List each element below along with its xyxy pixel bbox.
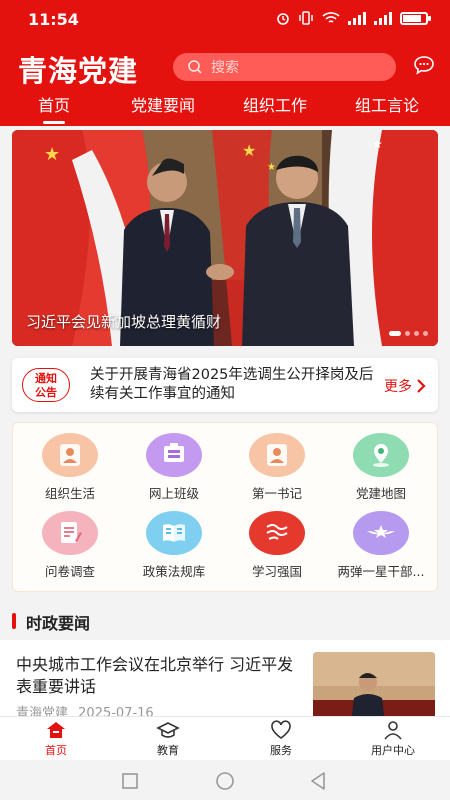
news-thumbnail[interactable] [313,652,435,716]
grid-item-label: 第一书记 [251,486,302,501]
app-header: 青海党建 搜索 首页 党建要闻 组织工作 组工言论 [0,40,450,126]
svg-text:★: ★ [44,144,60,165]
grid-item-organization-life[interactable]: 组织生活 [20,433,120,502]
grid-item-first-secretary[interactable]: 第一书记 [227,433,327,502]
home-icon [47,722,65,738]
survey-icon [42,511,98,555]
nav-user-center[interactable]: 用户中心 [348,720,438,758]
notice-text[interactable]: 关于开展青海省2025年选调生公开择岗及后续有关工作事宜的通知 [90,366,378,404]
recents-button[interactable] [121,772,139,790]
grid-item-label: 组织生活 [44,486,95,501]
service-grid: 组织生活 网上班级 第一书记 党建地图 问卷调查 政策法规库 学习强国 两弹一星… [12,422,438,592]
status-icons [276,11,431,25]
map-pin-icon [353,433,409,477]
news-list-item[interactable]: 中央城市工作会议在北京举行 习近平发表重要讲话 青海党建 2025-07-16 [0,640,450,716]
tab-party-news[interactable]: 党建要闻 [131,92,195,116]
battery-icon [400,11,431,25]
nav-user-center-label: 用户中心 [371,744,415,757]
notice-badge: 通知 公告 [22,368,70,402]
person-icon [249,433,305,477]
app-logo: 青海党建 [18,54,139,88]
carousel-indicators [389,331,428,336]
search-placeholder: 搜索 [211,60,239,76]
signal-icon [374,11,392,25]
book-icon [146,511,202,555]
person-icon [42,433,98,477]
nav-education[interactable]: 教育 [123,720,213,758]
nav-service[interactable]: 服务 [236,720,326,758]
news-source: 青海党建 [16,706,69,716]
banner-carousel[interactable]: ★ ★ ★ ★ 习近平会见新加坡总理黄循财 [12,130,438,346]
top-tabs: 首页 党建要闻 组织工作 组工言论 [0,92,450,126]
news-thumbnail-photo [313,652,435,716]
notice-more-link[interactable]: 更多 [384,376,426,396]
svg-text:★: ★ [372,137,383,151]
grid-item-label: 政策法规库 [142,564,206,579]
carousel-dot[interactable] [423,331,428,336]
notice-bar[interactable]: 通知 公告 关于开展青海省2025年选调生公开择岗及后续有关工作事宜的通知 更多 [12,358,438,412]
notice-badge-line1: 通知 [35,372,57,385]
signal-icon [348,11,366,25]
xuexi-logo-icon [249,511,305,555]
nav-education-label: 教育 [157,744,179,757]
wings-star-icon [353,511,409,555]
svg-text:★: ★ [267,162,276,173]
user-icon [384,721,402,740]
search-input[interactable]: 搜索 [173,53,396,81]
tab-organization-work[interactable]: 组织工作 [243,92,307,116]
chat-bubble-icon [414,56,434,75]
section-title: 时政要闻 [12,610,90,634]
grid-item-party-map[interactable]: 党建地图 [331,433,431,502]
grid-item-label: 学习强国 [251,564,302,579]
system-nav-bar [0,760,450,800]
notice-badge-line2: 公告 [35,386,57,399]
vibrate-icon [299,11,313,25]
news-title[interactable]: 中央城市工作会议在北京举行 习近平发表重要讲话 [16,654,296,698]
banner-caption: 习近平会见新加坡总理黄循财 [26,313,222,331]
carousel-dot[interactable] [405,331,410,336]
nav-home-label: 首页 [45,744,67,757]
wifi-icon [322,12,340,23]
grid-item-survey[interactable]: 问卷调查 [20,511,120,580]
graduation-cap-icon [156,722,180,738]
bottom-nav: 首页 教育 服务 用户中心 [0,716,450,760]
news-meta: 青海党建 2025-07-16 [16,702,154,716]
heart-icon [271,720,291,739]
news-date: 2025-07-16 [78,706,154,716]
home-button[interactable] [215,771,235,791]
carousel-dot[interactable] [389,331,401,336]
status-bar: 11:54 [0,0,450,40]
svg-text:★: ★ [242,141,256,160]
nav-home[interactable]: 首页 [11,720,101,758]
chevron-right-icon [417,379,426,393]
grid-item-label: 党建地图 [355,486,406,501]
notice-more-label: 更多 [384,379,412,395]
grid-item-two-bombs-one-satellite[interactable]: 两弹一星干部... [331,511,431,580]
nav-service-label: 服务 [270,744,292,757]
grid-item-label: 网上班级 [148,486,199,501]
back-button[interactable] [309,771,327,791]
alarm-icon [277,13,289,25]
battery-level [403,14,421,22]
message-button[interactable] [413,55,435,79]
classroom-icon [146,433,202,477]
search-icon [188,60,202,74]
tab-home[interactable]: 首页 [38,92,70,116]
tab-organization-commentary[interactable]: 组工言论 [355,92,419,116]
status-time: 11:54 [28,10,79,29]
grid-item-label: 问卷调查 [44,564,95,579]
grid-item-label: 两弹一星干部... [337,564,425,579]
grid-item-online-class[interactable]: 网上班级 [124,433,224,502]
grid-item-xuexi-qiangguo[interactable]: 学习强国 [227,511,327,580]
grid-item-policy-library[interactable]: 政策法规库 [124,511,224,580]
carousel-dot[interactable] [414,331,419,336]
